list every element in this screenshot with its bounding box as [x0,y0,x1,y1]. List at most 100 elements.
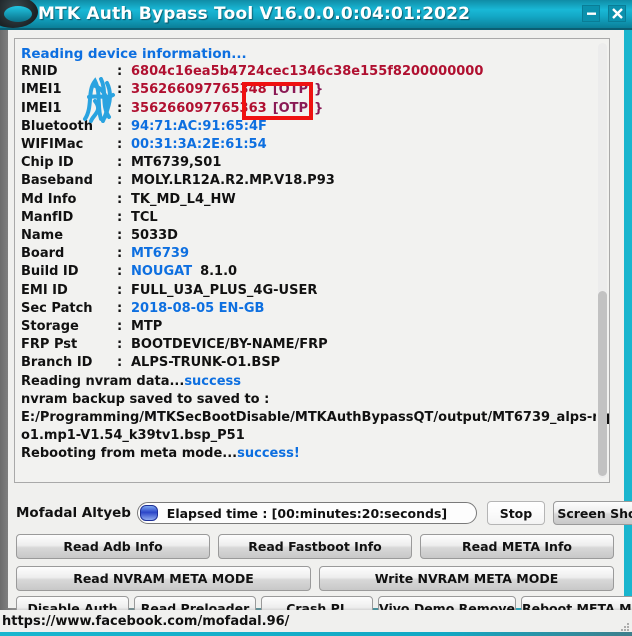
info-value: MOLY.LR12A.R2.MP.V18.P93 [131,173,335,189]
info-row-name: Name : 5033D [21,227,591,245]
info-row-emi-id: EMI ID : FULL_U3A_PLUS_4G-USER [21,282,591,300]
info-key: FRP Pst [21,337,78,353]
info-key: EMI ID [21,282,68,298]
button-row-nvram: Read NVRAM META MODE Write NVRAM META MO… [16,566,614,591]
info-key: IMEI1 [21,82,62,98]
info-key: Bluetooth [21,118,93,134]
info-value: 2018-08-05 EN-GB [131,300,265,316]
info-separator: : [117,282,123,298]
info-key: ManfID [21,209,74,225]
info-value: FULL_U3A_PLUS_4G-USER [131,282,318,298]
info-key: Baseband [21,173,93,189]
read-fastboot-info-button[interactable]: Read Fastboot Info [218,534,412,559]
info-row-branch-id: Branch ID : ALPS-TRUNK-O1.BSP [21,354,591,372]
window-bottom-edge [0,632,632,636]
elapsed-progress-bar: Elapsed time : [00:minutes:20:seconds] [136,502,477,524]
info-row-md-info: Md Info : TK_MD_L4_HW [21,191,591,209]
log-header: Reading device information... [21,46,247,62]
info-row-frp-pst: FRP Pst : BOOTDEVICE/BY-NAME/FRP [21,336,591,354]
info-separator: : [117,137,123,153]
window-controls [582,5,626,22]
read-nvram-meta-mode-button[interactable]: Read NVRAM META MODE [16,566,311,591]
info-separator: : [117,246,123,262]
info-value: 356266097765348 [131,82,267,98]
log-line-nvram-read: Reading nvram data...success [21,373,591,391]
info-value: 00:31:3A:2E:61:54 [131,137,267,153]
facebook-link[interactable]: https://www.facebook.com/mofadal.96/ [0,614,289,629]
info-key: Branch ID [21,355,93,371]
read-adb-info-button[interactable]: Read Adb Info [16,534,210,559]
info-value: 6804c16ea5b4724cec1346c38e155f8200000000 [131,64,484,80]
info-separator: : [117,228,123,244]
info-row-sec-patch: Sec Patch : 2018-08-05 EN-GB [21,300,591,318]
title-bar: MTK Auth Bypass Tool V16.0.0.0:04:01:202… [0,0,632,30]
log-content: Reading device information... RNID : 680… [15,39,610,482]
reboot-status: success! [237,446,300,462]
minimize-icon [586,9,597,18]
info-key: Name [21,228,64,244]
log-line-nvram-backup: nvram backup saved to saved to : [21,391,270,407]
close-icon [611,8,623,19]
info-key: Sec Patch [21,300,93,316]
info-value: MT6739 [131,246,189,262]
info-separator: : [117,337,123,353]
info-separator: : [117,355,123,371]
info-separator: : [117,64,123,80]
nvram-read-label: Reading nvram data... [21,373,185,389]
status-bar: https://www.facebook.com/mofadal.96/ [0,610,632,632]
info-row-bluetooth: Bluetooth : 94:71:AC:91:65:4F [21,118,591,136]
info-value: TK_MD_L4_HW [131,191,236,207]
info-key: RNID [21,64,58,80]
info-separator: : [117,100,123,116]
info-key: Md Info [21,191,77,207]
info-key: WIFIMac [21,137,84,153]
close-button[interactable] [608,5,626,22]
stop-button[interactable]: Stop [486,501,545,525]
otp-marker: [OTP]} [272,100,324,116]
minimize-button[interactable] [582,5,600,22]
button-row-read-info: Read Adb Info Read Fastboot Info Read ME… [16,534,614,559]
info-row-imei1-a: IMEI1 : 356266097765348 [OTP]} [21,81,591,99]
info-row-baseband: Baseband : MOLY.LR12A.R2.MP.V18.P93 [21,172,591,190]
info-value-extra: 8.1.0 [200,264,238,280]
info-row-storage: Storage : MTP [21,318,591,336]
info-value: MT6739,S01 [131,155,222,171]
scrollbar-thumb[interactable] [598,291,607,476]
info-separator: : [117,118,123,134]
otp-marker: [OTP]} [272,82,324,98]
info-key: IMEI1 [21,100,62,116]
screen-shot-button[interactable]: Screen Shot [552,501,632,525]
resize-grip-icon[interactable] [620,617,630,631]
info-separator: : [117,191,123,207]
info-separator: : [117,155,123,171]
log-scrollbar[interactable] [596,41,607,480]
info-key: Chip ID [21,155,74,171]
log-line-nvram-path-2: o1.mp1-V1.54_k39tv1.bsp_P51 [21,428,245,444]
info-key: Build ID [21,264,79,280]
app-window: MTK Auth Bypass Tool V16.0.0.0:04:01:202… [0,0,632,636]
info-row-chip-id: Chip ID : MT6739,S01 [21,154,591,172]
info-row-manfid: ManfID : TCL [21,209,591,227]
info-key: Board [21,246,65,262]
read-meta-info-button[interactable]: Read META Info [420,534,614,559]
info-value: 356266097765363 [131,100,267,116]
window-title: MTK Auth Bypass Tool V16.0.0.0:04:01:202… [38,4,471,24]
log-line-nvram-path-1: E:/Programming/MTKSecBootDisable/MTKAuth… [21,410,610,426]
imei-block: IMEI1 : 356266097765348 [OTP]} IMEI1 : 3… [21,77,591,124]
app-logo-highlight [4,6,32,22]
status-control-row: Mofadal Altyeb Elapsed time : [00:minute… [16,498,632,528]
info-row-imei1-b: IMEI1 : 356266097765363 [OTP]} [21,100,591,118]
progress-label: Elapsed time : [00:minutes:20:seconds] [166,505,448,521]
info-row-build-id: Build ID : NOUGAT 8.1.0 [21,263,591,281]
client-area: Reading device information... RNID : 680… [8,30,632,621]
info-value: 5033D [131,228,178,244]
log-panel: Reading device information... RNID : 680… [14,38,610,483]
info-row-board: Board : MT6739 [21,245,591,263]
info-separator: : [117,264,123,280]
info-value: ALPS-TRUNK-O1.BSP [131,355,281,371]
info-value: TCL [131,209,158,225]
write-nvram-meta-mode-button[interactable]: Write NVRAM META MODE [319,566,614,591]
info-separator: : [117,300,123,316]
info-value: MTP [131,319,163,335]
info-row-rnid: RNID : 6804c16ea5b4724cec1346c38e155f820… [21,63,591,81]
